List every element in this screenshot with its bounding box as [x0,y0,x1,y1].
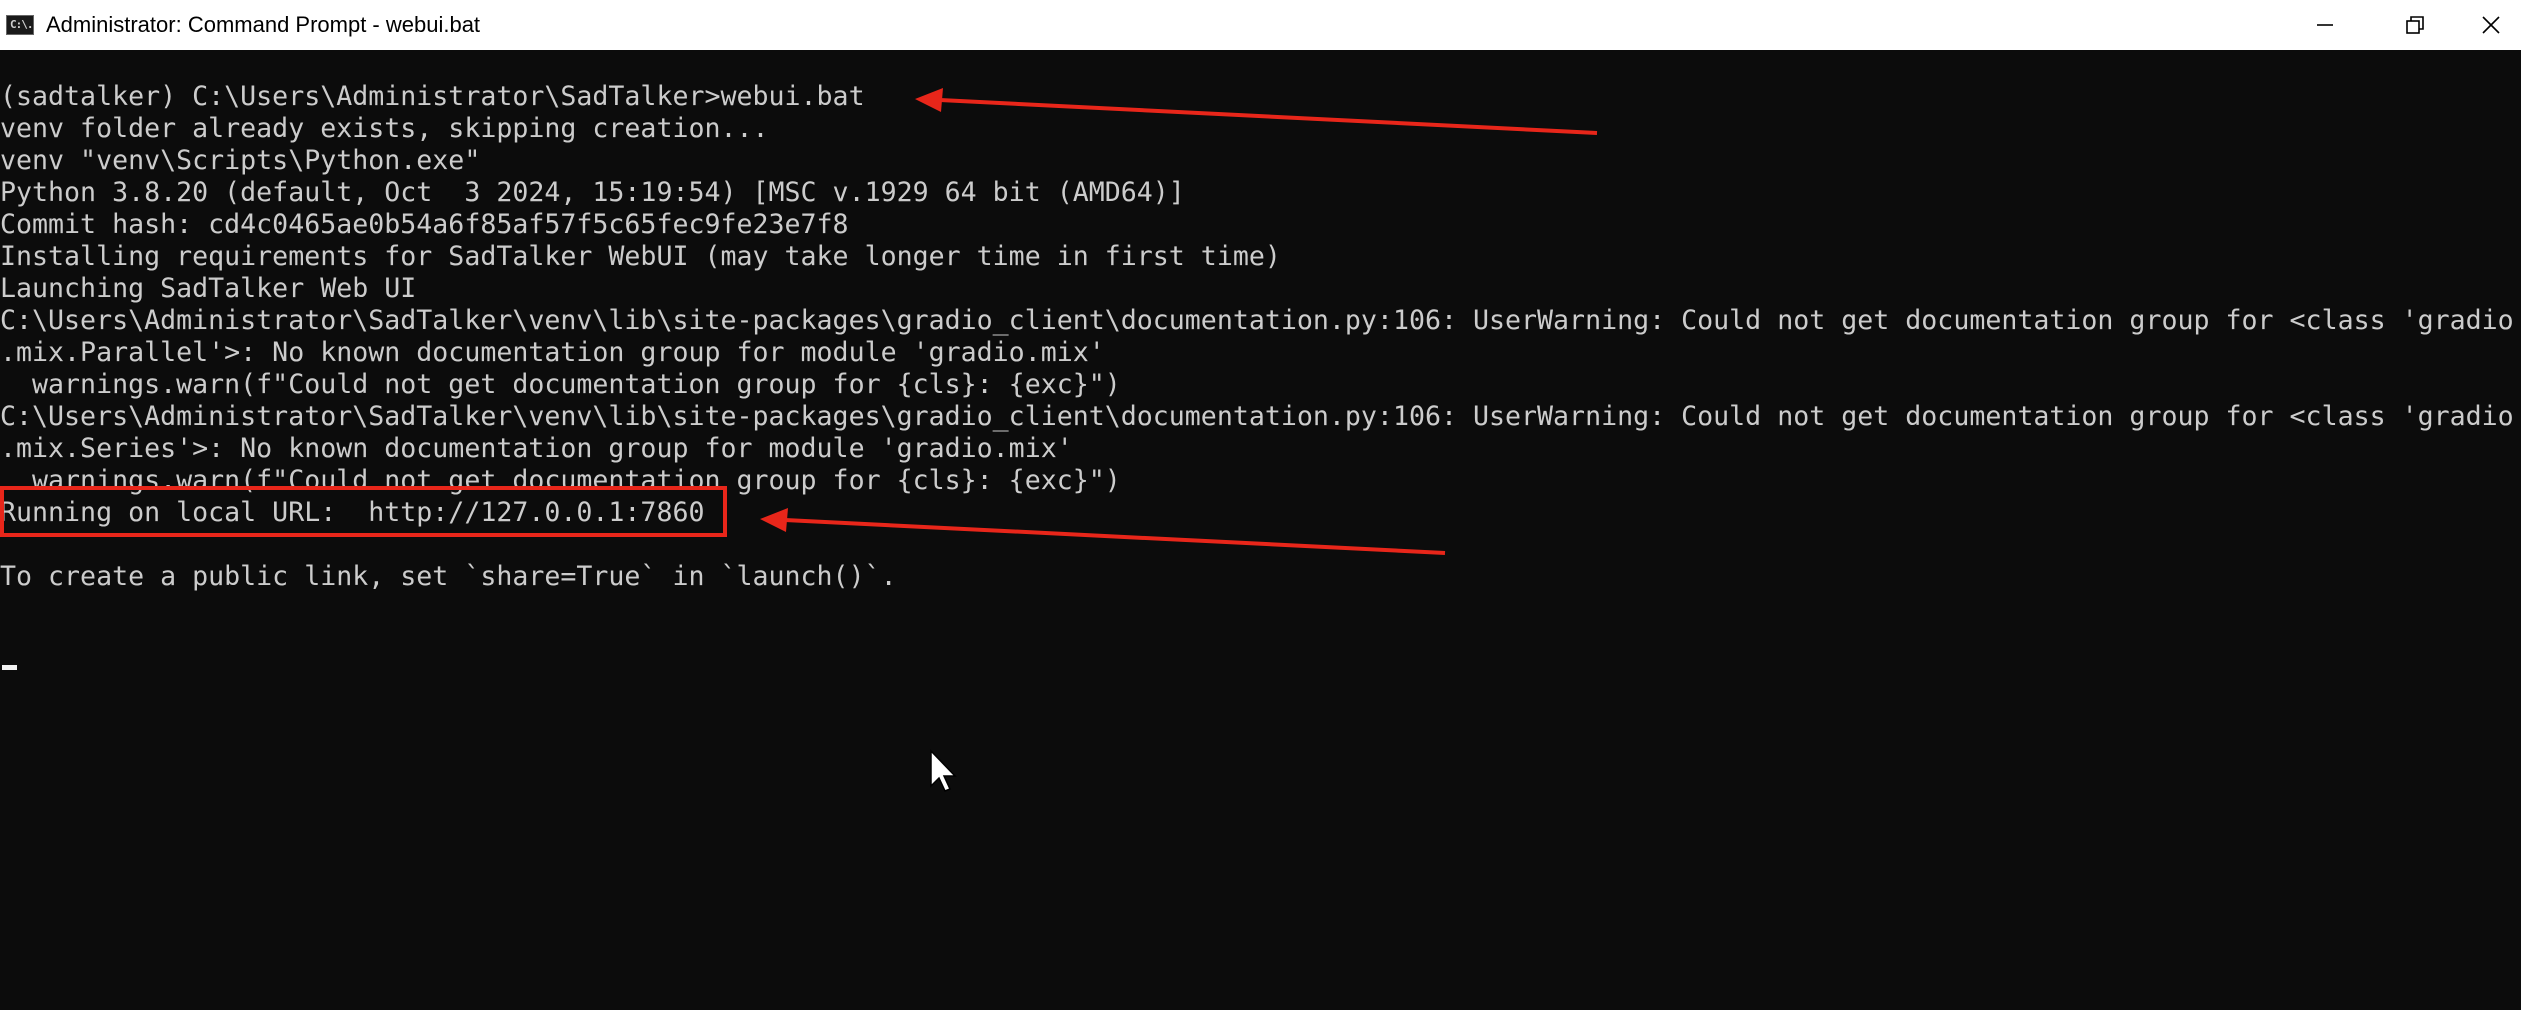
arrow-to-command [915,88,1598,135]
mouse-pointer-icon [930,749,957,792]
arrow-to-url [760,508,1446,555]
annotation-overlay [760,88,1598,792]
